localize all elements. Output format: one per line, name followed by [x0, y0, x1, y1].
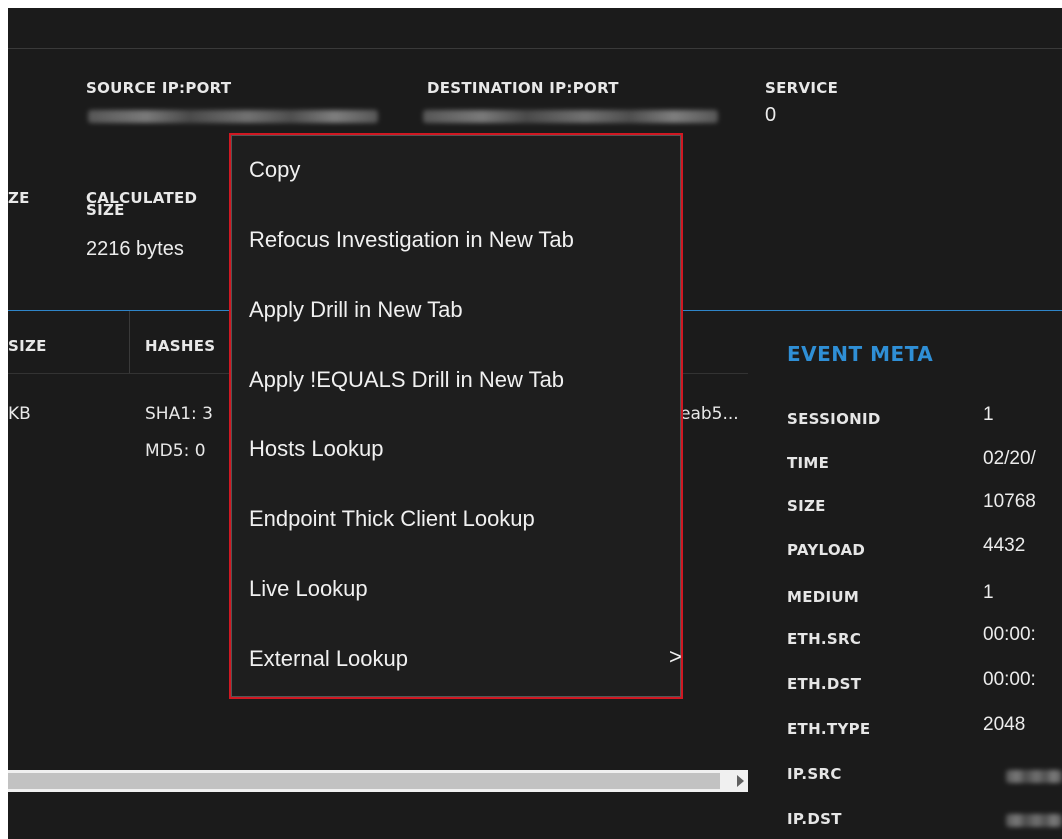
meta-key-ip-src: IP.SRC [787, 765, 842, 783]
meta-value-medium: 1 [983, 582, 994, 603]
scrollbar-thumb[interactable] [8, 773, 720, 789]
meta-key-ip-dst: IP.DST [787, 810, 842, 828]
submenu-chevron-icon: > [669, 644, 682, 669]
meta-value-ip-dst-redacted [1006, 814, 1062, 827]
column-separator [129, 311, 130, 373]
md5-hash-cell: MD5: 0 [145, 441, 206, 461]
meta-value-time: 02/20/ [983, 448, 1036, 469]
meta-value-ip-src-redacted [1006, 770, 1062, 783]
top-bar [8, 8, 1062, 49]
menu-item-refocus-investigation[interactable]: Refocus Investigation in New Tab [249, 227, 574, 253]
menu-item-hosts-lookup[interactable]: Hosts Lookup [249, 436, 384, 462]
menu-item-endpoint-thick-client-lookup[interactable]: Endpoint Thick Client Lookup [249, 506, 535, 532]
meta-value-sessionid: 1 [983, 404, 994, 425]
meta-value-eth-dst: 00:00: [983, 669, 1036, 690]
calculated-size-value: 2216 bytes [86, 238, 184, 260]
destination-ip-port-value-redacted [423, 110, 718, 123]
context-menu: Copy Refocus Investigation in New Tab Ap… [229, 133, 683, 699]
service-value: 0 [765, 104, 777, 126]
menu-item-external-lookup[interactable]: External Lookup [249, 646, 408, 672]
calculated-size-label-line2: SIZE [86, 201, 125, 219]
event-meta-title: EVENT META [787, 342, 934, 366]
column-header-hashes[interactable]: HASHES [145, 338, 215, 354]
meta-key-medium: MEDIUM [787, 588, 860, 606]
event-detail-panel: SOURCE IP:PORT DESTINATION IP:PORT SERVI… [8, 8, 1062, 839]
destination-ip-port-label: DESTINATION IP:PORT [427, 79, 619, 97]
meta-key-size: SIZE [787, 497, 826, 515]
meta-value-eth-src: 00:00: [983, 624, 1036, 645]
meta-key-eth-type: ETH.TYPE [787, 720, 871, 738]
source-ip-port-label: SOURCE IP:PORT [86, 79, 232, 97]
source-ip-port-value-redacted [88, 110, 378, 123]
hash-truncated-tail: eab5... [680, 404, 739, 424]
meta-key-eth-src: ETH.SRC [787, 630, 862, 648]
sha1-hash-cell: SHA1: 3 [145, 404, 213, 424]
meta-value-size: 10768 [983, 491, 1036, 512]
horizontal-scrollbar[interactable] [8, 770, 748, 792]
meta-value-payload: 4432 [983, 535, 1026, 556]
meta-key-time: TIME [787, 454, 830, 472]
meta-value-eth-type: 2048 [983, 714, 1026, 735]
menu-item-copy[interactable]: Copy [249, 157, 300, 183]
column-header-size[interactable]: SIZE [8, 338, 47, 354]
scroll-right-arrow-icon[interactable] [737, 775, 744, 787]
menu-item-live-lookup[interactable]: Live Lookup [249, 576, 368, 602]
meta-key-sessionid: SESSIONID [787, 410, 881, 428]
row-size-cell: KB [8, 404, 31, 424]
size-label-partial: ZE [8, 189, 30, 207]
menu-item-apply-drill[interactable]: Apply Drill in New Tab [249, 297, 463, 323]
meta-key-payload: PAYLOAD [787, 541, 866, 559]
service-label: SERVICE [765, 79, 839, 97]
menu-item-apply-equals-drill[interactable]: Apply !EQUALS Drill in New Tab [249, 367, 564, 393]
meta-key-eth-dst: ETH.DST [787, 675, 862, 693]
